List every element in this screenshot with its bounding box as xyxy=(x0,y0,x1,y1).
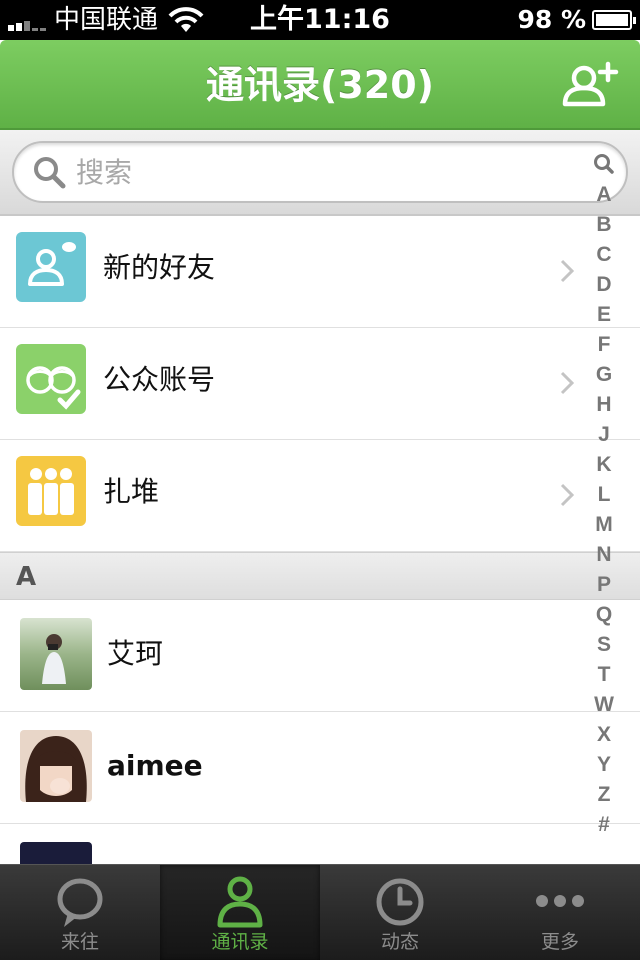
chevron-right-icon xyxy=(560,371,574,395)
page-title: 通讯录(320) xyxy=(205,63,435,107)
index-letter[interactable]: K xyxy=(588,450,620,480)
search-placeholder: 搜索 xyxy=(76,156,133,189)
tab-chats[interactable]: 来往 xyxy=(0,865,160,960)
contact-name: 艾珂 xyxy=(107,637,164,670)
index-search-icon[interactable] xyxy=(588,150,620,180)
chevron-right-icon xyxy=(560,483,574,507)
contacts-icon xyxy=(217,876,263,928)
index-letter[interactable]: N xyxy=(588,540,620,570)
nav-bar: 通讯录(320) xyxy=(0,40,640,130)
tab-label: 通讯录 xyxy=(211,931,269,953)
index-letter[interactable]: J xyxy=(588,420,620,450)
index-letter[interactable]: Y xyxy=(588,750,620,780)
contact-avatar xyxy=(20,730,92,802)
tab-label: 来往 xyxy=(60,931,99,953)
contact-row[interactable]: aimee xyxy=(0,712,640,824)
search-icon xyxy=(34,157,66,189)
search-bar: 搜索 xyxy=(0,130,640,216)
new-friends-item[interactable]: 新的好友 xyxy=(0,216,640,328)
section-letter: A xyxy=(16,562,37,592)
battery-icon xyxy=(592,10,636,30)
index-letter[interactable]: C xyxy=(588,240,620,270)
alphabet-index[interactable]: A B C D E F G H J K L M N P Q S T W X Y Z # xyxy=(588,150,620,840)
index-letter[interactable]: L xyxy=(588,480,620,510)
tab-bar: 来往 通讯录 动态 更多 xyxy=(0,864,640,960)
tab-label: 动态 xyxy=(380,931,419,953)
official-accounts-icon xyxy=(16,344,86,414)
index-letter[interactable]: P xyxy=(588,570,620,600)
official-accounts-item[interactable]: 公众账号 xyxy=(0,328,640,440)
index-letter[interactable]: Q xyxy=(588,600,620,630)
chat-bubble-icon xyxy=(57,878,103,927)
section-header-a: A xyxy=(0,552,640,600)
chevron-right-icon xyxy=(560,259,574,283)
official-accounts-label: 公众账号 xyxy=(103,363,216,396)
add-contact-icon[interactable] xyxy=(560,60,620,110)
contact-avatar xyxy=(20,842,92,864)
index-letter[interactable]: E xyxy=(588,300,620,330)
index-letter[interactable]: Z xyxy=(588,780,620,810)
index-letter[interactable]: G xyxy=(588,360,620,390)
more-icon xyxy=(536,895,584,907)
index-letter[interactable]: D xyxy=(588,270,620,300)
index-letter[interactable]: M xyxy=(588,510,620,540)
clock-icon xyxy=(376,878,424,926)
index-letter[interactable]: X xyxy=(588,720,620,750)
index-letter[interactable]: T xyxy=(588,660,620,690)
tab-contacts[interactable]: 通讯录 xyxy=(160,865,320,960)
tab-more[interactable]: 更多 xyxy=(480,865,640,960)
index-letter[interactable]: B xyxy=(588,210,620,240)
new-friends-label: 新的好友 xyxy=(103,251,216,284)
group-icon xyxy=(16,456,86,526)
tab-label: 更多 xyxy=(540,931,579,953)
status-bar: 中国联通 上午11:16 98 % xyxy=(0,0,640,40)
index-letter[interactable]: S xyxy=(588,630,620,660)
index-letter[interactable]: # xyxy=(588,810,620,840)
battery-percent: 98 % xyxy=(517,5,586,34)
index-letter[interactable]: A xyxy=(588,180,620,210)
contact-row[interactable] xyxy=(0,824,640,864)
group-label: 扎堆 xyxy=(103,475,160,508)
search-input[interactable]: 搜索 xyxy=(12,141,628,203)
contact-row[interactable]: 艾珂 xyxy=(0,600,640,712)
contact-avatar xyxy=(20,618,92,690)
index-letter[interactable]: H xyxy=(588,390,620,420)
contact-list[interactable]: 新的好友 公众账号 扎堆 A 艾珂 aimee xyxy=(0,216,640,864)
index-letter[interactable]: W xyxy=(588,690,620,720)
group-item[interactable]: 扎堆 xyxy=(0,440,640,552)
index-letter-list[interactable]: A B C D E F G H J K L M N P Q S T W X Y Z # xyxy=(588,180,620,840)
tab-moments[interactable]: 动态 xyxy=(320,865,480,960)
index-letter[interactable]: F xyxy=(588,330,620,360)
new-friend-icon xyxy=(16,232,86,302)
contact-name: aimee xyxy=(107,749,203,782)
